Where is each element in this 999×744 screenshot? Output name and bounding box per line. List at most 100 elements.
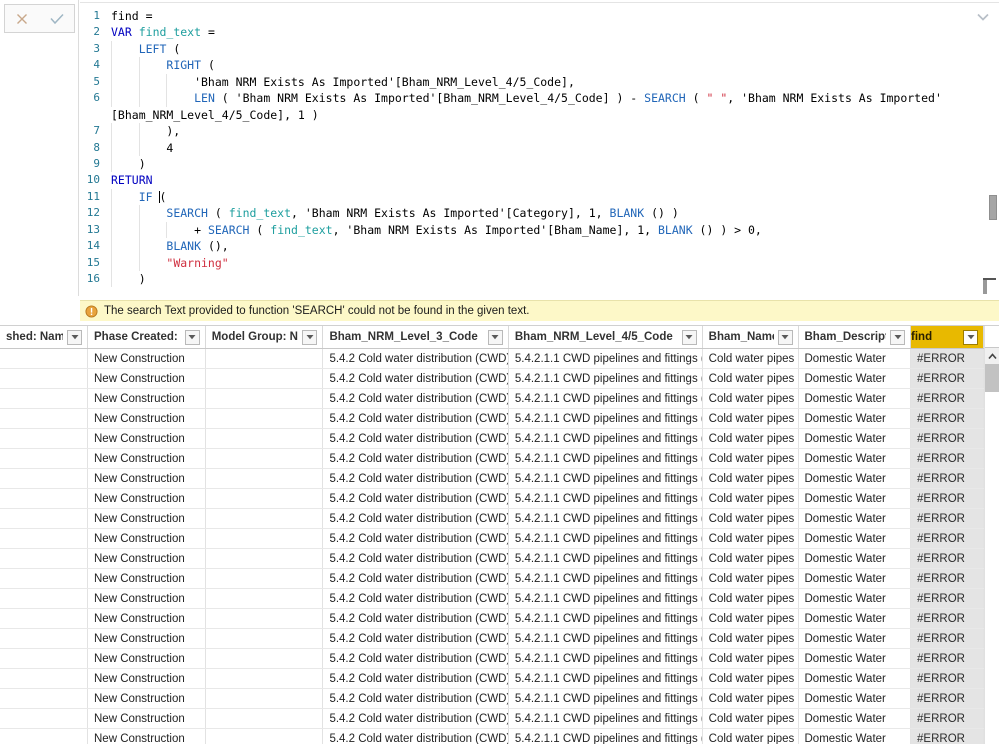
- table-scrollbar-track[interactable]: [985, 392, 999, 744]
- table-cell[interactable]: [205, 708, 324, 729]
- table-cell[interactable]: [205, 508, 324, 529]
- table-cell[interactable]: [205, 548, 324, 569]
- table-cell[interactable]: 5.4.2 Cold water distribution (CWD): [322, 448, 509, 469]
- table-row[interactable]: New Construction 5.4.2 Cold water distrib…: [0, 708, 984, 729]
- table-cell[interactable]: New Construction: [87, 668, 206, 689]
- table-cell[interactable]: [205, 368, 324, 389]
- cell-find[interactable]: #ERROR: [910, 548, 984, 569]
- table-cell[interactable]: Domestic Water: [798, 628, 912, 649]
- table-row[interactable]: New Construction 5.4.2 Cold water distrib…: [0, 468, 984, 489]
- cell-find[interactable]: #ERROR: [910, 488, 984, 509]
- table-cell[interactable]: New Construction: [87, 728, 206, 744]
- column-filter-button[interactable]: [184, 329, 200, 345]
- table-cell[interactable]: 5.4.2.1.1 CWD pipelines and fittings (S): [508, 708, 703, 729]
- table-row[interactable]: New Construction 5.4.2 Cold water distrib…: [0, 668, 984, 689]
- table-cell[interactable]: [205, 568, 324, 589]
- table-cell[interactable]: 5.4.2 Cold water distribution (CWD): [322, 528, 509, 549]
- table-cell[interactable]: 5.4.2.1.1 CWD pipelines and fittings (S): [508, 488, 703, 509]
- column-filter-button[interactable]: [487, 329, 503, 345]
- table-cell[interactable]: New Construction: [87, 528, 206, 549]
- table-cell[interactable]: [205, 428, 324, 449]
- column-header-0[interactable]: shed: Name: [0, 326, 88, 349]
- table-cell[interactable]: Cold water pipes: [702, 628, 799, 649]
- table-cell[interactable]: [0, 508, 88, 529]
- cell-find[interactable]: #ERROR: [910, 388, 984, 409]
- table-cell[interactable]: 5.4.2 Cold water distribution (CWD): [322, 628, 509, 649]
- cell-find[interactable]: #ERROR: [910, 568, 984, 589]
- table-cell[interactable]: [205, 388, 324, 409]
- table-cell[interactable]: 5.4.2.1.1 CWD pipelines and fittings (S): [508, 608, 703, 629]
- table-cell[interactable]: [205, 528, 324, 549]
- table-cell[interactable]: 5.4.2.1.1 CWD pipelines and fittings (S): [508, 528, 703, 549]
- table-row[interactable]: New Construction 5.4.2 Cold water distrib…: [0, 528, 984, 549]
- table-cell[interactable]: Domestic Water: [798, 588, 912, 609]
- table-cell[interactable]: New Construction: [87, 448, 206, 469]
- cell-find[interactable]: #ERROR: [910, 688, 984, 709]
- table-cell[interactable]: 5.4.2 Cold water distribution (CWD): [322, 708, 509, 729]
- table-cell[interactable]: 5.4.2 Cold water distribution (CWD): [322, 408, 509, 429]
- table-cell[interactable]: 5.4.2.1.1 CWD pipelines and fittings (S): [508, 508, 703, 529]
- table-cell[interactable]: 5.4.2 Cold water distribution (CWD): [322, 648, 509, 669]
- column-filter-button[interactable]: [777, 329, 793, 345]
- editor-vertical-scrollbar[interactable]: [986, 5, 999, 296]
- table-cell[interactable]: [0, 428, 88, 449]
- column-header-1[interactable]: Phase Created: Name: [87, 326, 206, 349]
- table-cell[interactable]: [0, 708, 88, 729]
- cell-find[interactable]: #ERROR: [910, 528, 984, 549]
- cell-find[interactable]: #ERROR: [910, 368, 984, 389]
- table-cell[interactable]: 5.4.2.1.1 CWD pipelines and fittings (S): [508, 548, 703, 569]
- cell-find[interactable]: #ERROR: [910, 428, 984, 449]
- table-cell[interactable]: Domestic Water: [798, 728, 912, 744]
- table-cell[interactable]: New Construction: [87, 348, 206, 369]
- table-cell[interactable]: Domestic Water: [798, 408, 912, 429]
- cell-find[interactable]: #ERROR: [910, 628, 984, 649]
- table-row[interactable]: New Construction 5.4.2 Cold water distrib…: [0, 488, 984, 509]
- table-row[interactable]: New Construction 5.4.2 Cold water distrib…: [0, 548, 984, 569]
- table-cell[interactable]: [0, 448, 88, 469]
- table-cell[interactable]: Cold water pipes: [702, 368, 799, 389]
- column-header-2[interactable]: Model Group: Name: [205, 326, 324, 349]
- column-filter-button[interactable]: [681, 329, 697, 345]
- column-header-7[interactable]: find: [910, 326, 984, 349]
- table-row[interactable]: New Construction 5.4.2 Cold water distrib…: [0, 348, 984, 369]
- table-cell[interactable]: Domestic Water: [798, 708, 912, 729]
- table-cell[interactable]: Cold water pipes: [702, 528, 799, 549]
- table-cell[interactable]: [205, 648, 324, 669]
- table-cell[interactable]: Domestic Water: [798, 388, 912, 409]
- column-header-4[interactable]: Bham_NRM_Level_4/5_Code: [508, 326, 703, 349]
- table-cell[interactable]: 5.4.2.1.1 CWD pipelines and fittings (S): [508, 688, 703, 709]
- table-cell[interactable]: 5.4.2 Cold water distribution (CWD): [322, 388, 509, 409]
- cell-find[interactable]: #ERROR: [910, 708, 984, 729]
- table-cell[interactable]: New Construction: [87, 568, 206, 589]
- table-cell[interactable]: [0, 648, 88, 669]
- table-cell[interactable]: Domestic Water: [798, 348, 912, 369]
- table-cell[interactable]: [205, 688, 324, 709]
- cell-find[interactable]: #ERROR: [910, 408, 984, 429]
- table-cell[interactable]: 5.4.2.1.1 CWD pipelines and fittings (S): [508, 408, 703, 429]
- table-cell[interactable]: 5.4.2.1.1 CWD pipelines and fittings (S): [508, 388, 703, 409]
- table-cell[interactable]: 5.4.2 Cold water distribution (CWD): [322, 588, 509, 609]
- table-row[interactable]: New Construction 5.4.2 Cold water distrib…: [0, 428, 984, 449]
- scroll-up-button[interactable]: [985, 348, 999, 364]
- table-cell[interactable]: [0, 728, 88, 744]
- table-cell[interactable]: New Construction: [87, 628, 206, 649]
- table-cell[interactable]: 5.4.2.1.1 CWD pipelines and fittings (S): [508, 648, 703, 669]
- table-cell[interactable]: 5.4.2 Cold water distribution (CWD): [322, 548, 509, 569]
- table-cell[interactable]: Cold water pipes: [702, 428, 799, 449]
- table-cell[interactable]: New Construction: [87, 468, 206, 489]
- table-cell[interactable]: [0, 588, 88, 609]
- column-filter-button[interactable]: [302, 329, 318, 345]
- table-vertical-scrollbar[interactable]: [984, 326, 999, 744]
- table-row[interactable]: New Construction 5.4.2 Cold water distrib…: [0, 648, 984, 669]
- table-cell[interactable]: Cold water pipes: [702, 648, 799, 669]
- cell-find[interactable]: #ERROR: [910, 588, 984, 609]
- cell-find[interactable]: #ERROR: [910, 728, 984, 744]
- table-cell[interactable]: Cold water pipes: [702, 568, 799, 589]
- table-cell[interactable]: 5.4.2 Cold water distribution (CWD): [322, 488, 509, 509]
- cell-find[interactable]: #ERROR: [910, 648, 984, 669]
- table-cell[interactable]: 5.4.2.1.1 CWD pipelines and fittings (S): [508, 728, 703, 744]
- table-cell[interactable]: 5.4.2 Cold water distribution (CWD): [322, 348, 509, 369]
- table-row[interactable]: New Construction 5.4.2 Cold water distrib…: [0, 408, 984, 429]
- table-cell[interactable]: [205, 468, 324, 489]
- table-cell[interactable]: [0, 468, 88, 489]
